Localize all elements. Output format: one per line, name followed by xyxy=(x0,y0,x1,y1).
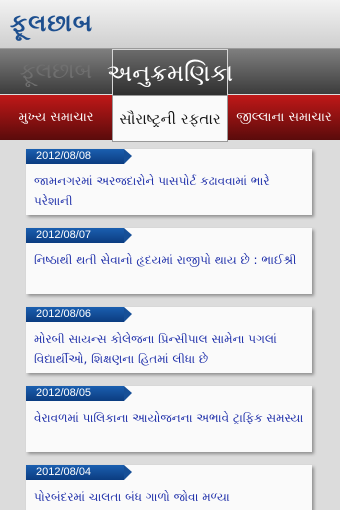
main-tab-bar: ફૂલછાબ અનુક્રમણિકા xyxy=(0,49,340,95)
news-headline[interactable]: પોરબંદરમાં ચાલતા બંધ ગાળો જોવા મળ્યા xyxy=(34,487,308,507)
tab-saurashtra[interactable]: સૌરાષ્ટ્રની રફતાર xyxy=(112,95,228,142)
news-date: 2012/08/08 xyxy=(26,149,132,164)
tab-fulchhab[interactable]: ફૂલછાબ xyxy=(0,49,112,94)
tab-index[interactable]: અનુક્રમણિકા xyxy=(107,49,233,95)
tab-district-news[interactable]: જીલ્લાના સમાચાર xyxy=(228,95,340,140)
news-date: 2012/08/06 xyxy=(26,307,132,322)
news-list[interactable]: 2012/08/08 જામનગરમાં અરજદારોને પાસપોર્ટ … xyxy=(0,141,340,510)
app-logo: ફૂલછાબ xyxy=(10,8,93,37)
news-headline[interactable]: મોરબી સાયન્સ કોલેજના પ્રિન્સીપાલ સામેના … xyxy=(34,329,308,369)
news-card[interactable]: 2012/08/08 જામનગરમાં અરજદારોને પાસપોર્ટ … xyxy=(26,149,312,215)
news-card[interactable]: 2012/08/06 મોરબી સાયન્સ કોલેજના પ્રિન્સી… xyxy=(26,307,312,373)
news-headline[interactable]: વેરાવળમાં પાલિકાના આયોજનના અભાવે ટ્રાફિક… xyxy=(34,408,308,428)
top-bar: ફૂલછાબ xyxy=(0,0,340,49)
section-tab-bar: મુખ્ય સમાચાર સૌરાષ્ટ્રની રફતાર જીલ્લાના … xyxy=(0,95,340,142)
news-headline[interactable]: નિષ્ઠાથી થતી સેવાનો હૃદયમાં રાજીપો થાય છ… xyxy=(34,250,308,270)
news-card[interactable]: 2012/08/05 વેરાવળમાં પાલિકાના આયોજનના અભ… xyxy=(26,386,312,452)
news-date: 2012/08/04 xyxy=(26,465,132,480)
news-card[interactable]: 2012/08/07 નિષ્ઠાથી થતી સેવાનો હૃદયમાં ર… xyxy=(26,228,312,294)
news-card[interactable]: 2012/08/04 પોરબંદરમાં ચાલતા બંધ ગાળો જોવ… xyxy=(26,465,312,510)
tab-main-news[interactable]: મુખ્ય સમાચાર xyxy=(0,95,112,140)
news-date: 2012/08/05 xyxy=(26,386,132,401)
news-headline[interactable]: જામનગરમાં અરજદારોને પાસપોર્ટ કઢાવવામાં ભ… xyxy=(34,171,308,211)
news-date: 2012/08/07 xyxy=(26,228,132,243)
